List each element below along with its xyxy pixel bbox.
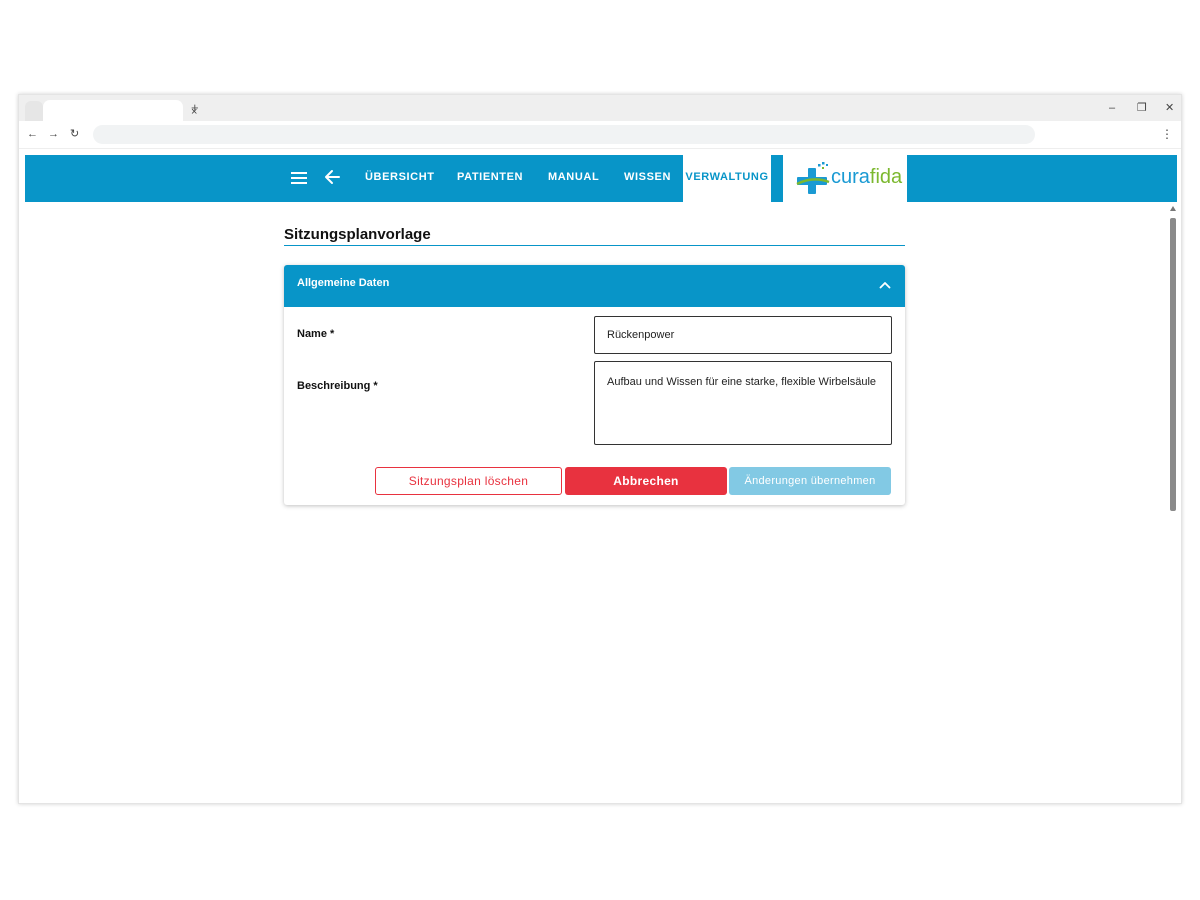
scroll-up-icon[interactable] bbox=[1170, 206, 1176, 211]
nav-wissen[interactable]: WISSEN bbox=[624, 155, 671, 202]
curafida-logo: curafida bbox=[783, 155, 907, 202]
minimize-icon[interactable]: – bbox=[1109, 102, 1115, 114]
title-divider bbox=[284, 245, 905, 246]
card-title: Allgemeine Daten bbox=[297, 277, 390, 289]
nav-patienten[interactable]: PATIENTEN bbox=[457, 155, 523, 202]
description-input[interactable]: Aufbau und Wissen für eine starke, flexi… bbox=[594, 361, 892, 445]
nav-verwaltung[interactable]: VERWALTUNG bbox=[683, 155, 771, 202]
name-label: Name * bbox=[297, 328, 335, 340]
browser-tab[interactable]: × bbox=[43, 100, 197, 121]
scrollbar[interactable] bbox=[1169, 206, 1177, 511]
nav-uebersicht[interactable]: ÜBERSICHT bbox=[365, 155, 435, 202]
forward-icon[interactable]: → bbox=[48, 127, 59, 141]
nav-manual[interactable]: MANUAL bbox=[548, 155, 599, 202]
reload-icon[interactable]: ↻ bbox=[70, 127, 79, 141]
new-tab-icon[interactable]: + bbox=[191, 101, 199, 115]
page-title: Sitzungsplanvorlage bbox=[284, 226, 431, 243]
tab-inactive[interactable] bbox=[25, 101, 43, 121]
card-header[interactable]: Allgemeine Daten bbox=[284, 265, 905, 307]
name-input[interactable] bbox=[594, 316, 892, 354]
apply-changes-button[interactable]: Änderungen übernehmen bbox=[729, 467, 891, 495]
chevron-up-icon[interactable] bbox=[879, 279, 891, 291]
scroll-thumb[interactable] bbox=[1170, 218, 1176, 511]
address-bar[interactable] bbox=[93, 125, 1035, 144]
logo-text: curafida bbox=[831, 166, 903, 188]
browser-window: × + – ❐ ✕ ← → ↻ ⋮ ÜBERSICHT PATIENTEN MA… bbox=[18, 94, 1182, 804]
back-arrow-icon[interactable] bbox=[323, 167, 341, 187]
app-header: ÜBERSICHT PATIENTEN MANUAL WISSEN VERWAL… bbox=[25, 155, 1177, 202]
hamburger-menu-icon[interactable] bbox=[291, 169, 307, 187]
window-close-icon[interactable]: ✕ bbox=[1165, 102, 1174, 114]
browser-menu-icon[interactable]: ⋮ bbox=[1161, 127, 1173, 141]
cancel-button[interactable]: Abbrechen bbox=[565, 467, 727, 495]
general-data-card: Allgemeine Daten Name * Beschreibung * A… bbox=[284, 265, 905, 505]
browser-toolbar: ← → ↻ ⋮ bbox=[19, 121, 1181, 149]
restore-icon[interactable]: ❐ bbox=[1137, 102, 1147, 114]
back-icon[interactable]: ← bbox=[27, 127, 38, 141]
description-label: Beschreibung * bbox=[297, 380, 378, 392]
tab-strip: × + – ❐ ✕ bbox=[19, 95, 1181, 121]
cross-logo-icon bbox=[796, 162, 830, 194]
delete-plan-button[interactable]: Sitzungsplan löschen bbox=[375, 467, 562, 495]
